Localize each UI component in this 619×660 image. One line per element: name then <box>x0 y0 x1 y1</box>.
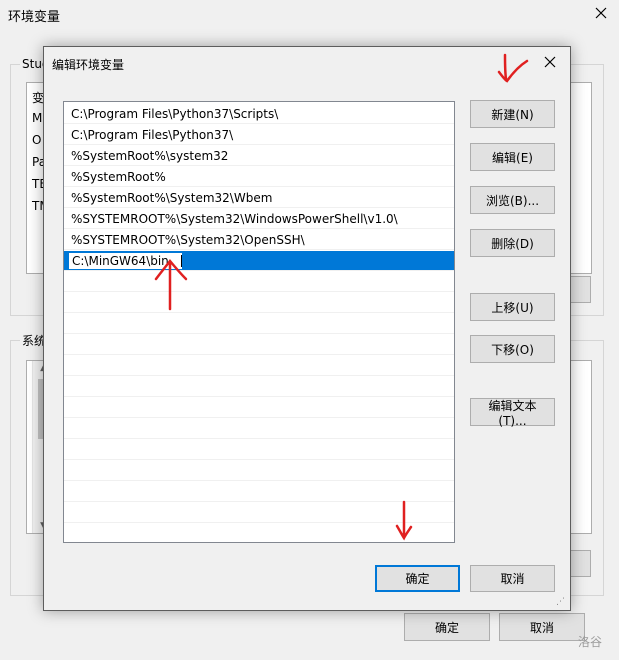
list-item[interactable] <box>64 377 454 397</box>
close-icon[interactable] <box>541 53 559 71</box>
list-item[interactable]: C:\Program Files\Python37\Scripts\ <box>64 104 454 124</box>
path-edit-value: C:\MinGW64\bin <box>72 254 169 268</box>
delete-button[interactable]: 删除(D) <box>470 229 555 257</box>
list-item[interactable] <box>64 335 454 355</box>
list-item[interactable] <box>64 419 454 439</box>
list-item[interactable] <box>64 272 454 292</box>
list-item[interactable] <box>64 398 454 418</box>
edit-env-dialog: 编辑环境变量 C:\Program Files\Python37\Scripts… <box>43 46 571 611</box>
dialog-title: 编辑环境变量 <box>52 58 125 72</box>
list-item[interactable]: M <box>32 111 42 125</box>
list-item[interactable] <box>64 524 454 542</box>
cancel-button[interactable]: 取消 <box>470 565 555 592</box>
list-item-selected[interactable]: C:\MinGW64\bin <box>64 251 454 271</box>
list-item[interactable] <box>64 293 454 313</box>
list-item[interactable]: %SYSTEMROOT%\System32\OpenSSH\ <box>64 230 454 250</box>
path-entries-list[interactable]: C:\Program Files\Python37\Scripts\ C:\Pr… <box>63 101 455 543</box>
list-item[interactable] <box>64 461 454 481</box>
list-item[interactable]: %SYSTEMROOT%\System32\WindowsPowerShell\… <box>64 209 454 229</box>
list-item[interactable] <box>64 356 454 376</box>
edit-text-button[interactable]: 编辑文本(T)... <box>470 398 555 428</box>
list-item[interactable] <box>64 482 454 502</box>
list-item[interactable]: C:\Program Files\Python37\ <box>64 125 454 145</box>
close-icon[interactable] <box>592 4 610 22</box>
background-cancel-button[interactable]: 取消 <box>499 613 585 641</box>
list-item[interactable] <box>64 314 454 334</box>
watermark: 洛谷 <box>578 635 603 649</box>
new-button[interactable]: 新建(N) <box>470 100 555 128</box>
list-item[interactable]: %SystemRoot%\system32 <box>64 146 454 166</box>
background-window-title: 环境变量 <box>8 10 61 25</box>
list-item[interactable]: %SystemRoot% <box>64 167 454 187</box>
browse-button[interactable]: 浏览(B)... <box>470 186 555 214</box>
list-item[interactable]: O <box>32 133 41 147</box>
list-item[interactable] <box>64 503 454 523</box>
background-ok-button[interactable]: 确定 <box>404 613 490 641</box>
user-vars-button-edge[interactable] <box>569 276 591 303</box>
list-item[interactable]: %SystemRoot%\System32\Wbem <box>64 188 454 208</box>
edit-button[interactable]: 编辑(E) <box>470 143 555 171</box>
text-caret <box>181 255 182 267</box>
system-vars-button-edge[interactable] <box>569 550 591 577</box>
path-edit-input[interactable]: C:\MinGW64\bin <box>68 252 183 270</box>
move-up-button[interactable]: 上移(U) <box>470 293 555 321</box>
resize-grip-icon[interactable]: ⋰ <box>556 597 565 607</box>
ok-button[interactable]: 确定 <box>375 565 460 592</box>
move-down-button[interactable]: 下移(O) <box>470 335 555 363</box>
list-item[interactable] <box>64 440 454 460</box>
